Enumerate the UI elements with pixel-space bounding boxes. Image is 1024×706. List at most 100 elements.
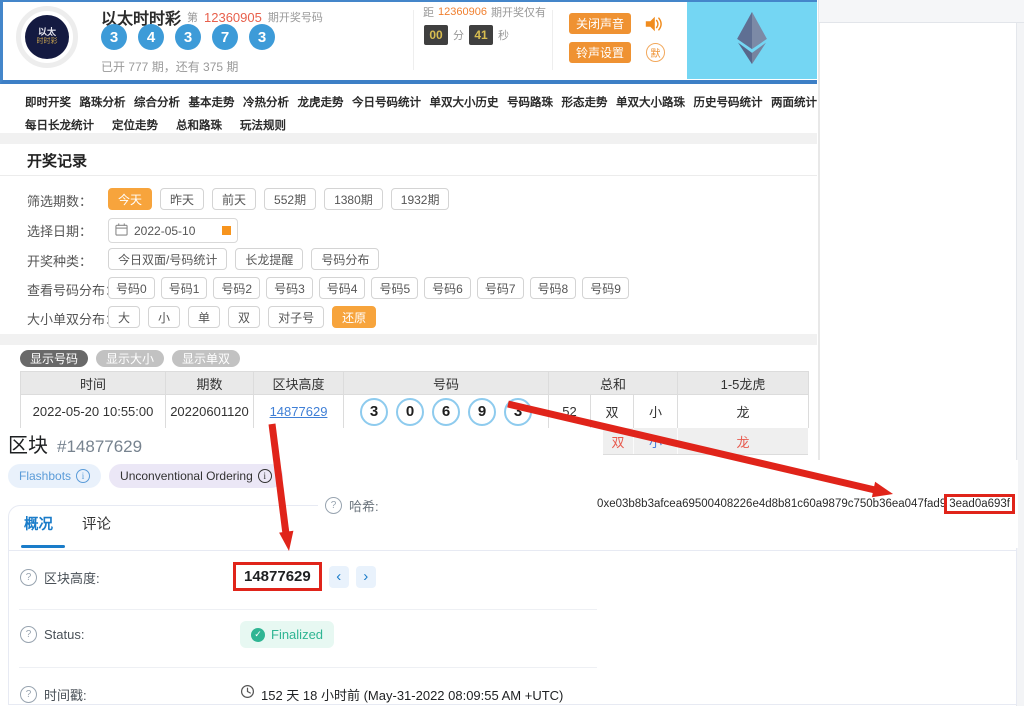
- col-period: 期数: [166, 372, 254, 395]
- row-divider: [19, 667, 597, 668]
- draw-balls: 3 4 3 7 3: [101, 24, 275, 50]
- cell-big-small: 小: [634, 395, 678, 429]
- col-block-height: 区块高度: [254, 372, 344, 395]
- flashbots-tag[interactable]: Flashbotsi: [8, 464, 101, 488]
- block-height-link[interactable]: 14877629: [270, 404, 328, 419]
- cell-sum: 52: [549, 395, 591, 429]
- filter-big[interactable]: 大: [108, 306, 140, 328]
- filter-num1[interactable]: 号码1: [161, 277, 208, 299]
- nav-item[interactable]: 综合分析: [134, 94, 180, 110]
- filter-day-before[interactable]: 前天: [212, 188, 256, 210]
- block-tags: Flashbotsi Unconventional Orderingi: [8, 464, 283, 488]
- num-3: 6: [432, 398, 460, 426]
- speaker-icon[interactable]: [644, 15, 662, 38]
- nav-item[interactable]: 历史号码统计: [694, 94, 763, 110]
- filter-pair[interactable]: 对子号: [268, 306, 324, 328]
- next-suffix: 期开奖仅有: [491, 4, 546, 20]
- question-icon: ?: [325, 497, 342, 514]
- nav-item[interactable]: 即时开奖: [25, 94, 71, 110]
- prev-block-button[interactable]: ‹: [329, 566, 349, 588]
- next-prefix: 距: [423, 4, 434, 20]
- records-title: 开奖记录: [27, 150, 87, 171]
- scrollbar-track[interactable]: [1017, 23, 1024, 706]
- filter-today[interactable]: 今天: [108, 188, 152, 210]
- question-icon: ?: [20, 569, 37, 586]
- nav-item[interactable]: 两面统计: [771, 94, 817, 110]
- bsoe-filter-label: 大小单双分布：: [27, 309, 118, 328]
- nav-item[interactable]: 总和路珠: [176, 117, 222, 133]
- number-circles: 3 0 6 9 3: [344, 398, 548, 426]
- filter-num8[interactable]: 号码8: [530, 277, 577, 299]
- next-block-button[interactable]: ›: [356, 566, 376, 588]
- nav-item[interactable]: 龙虎走势: [298, 94, 344, 110]
- nav-item[interactable]: 形态走势: [562, 94, 608, 110]
- countdown-minutes: 00: [424, 25, 448, 45]
- filter-552[interactable]: 552期: [264, 188, 316, 210]
- nav-item[interactable]: 路珠分析: [80, 94, 126, 110]
- tab-overview[interactable]: 概况: [24, 513, 53, 534]
- filter-num9[interactable]: 号码9: [582, 277, 629, 299]
- type-filter-options: 今日双面/号码统计 长龙提醒 号码分布: [108, 248, 379, 270]
- status-badge: ✓ Finalized: [240, 621, 334, 648]
- nav-item[interactable]: 号码路珠: [507, 94, 553, 110]
- filter-small[interactable]: 小: [148, 306, 180, 328]
- issue-progress: 已开 777 期，还有 375 期: [101, 58, 238, 75]
- filter-today-stats[interactable]: 今日双面/号码统计: [108, 248, 227, 270]
- reset-button[interactable]: 还原: [332, 306, 376, 328]
- filter-num7[interactable]: 号码7: [477, 277, 524, 299]
- date-value: 2022-05-10: [134, 224, 195, 238]
- block-height-label: 区块高度:: [44, 568, 100, 587]
- nav-item[interactable]: 玩法规则: [240, 117, 286, 133]
- nav-item[interactable]: 定位走势: [112, 117, 158, 133]
- nav-item[interactable]: 单双大小路珠: [616, 94, 685, 110]
- nav-item[interactable]: 基本走势: [189, 94, 235, 110]
- block-height-value: 14877629: [233, 562, 322, 591]
- table-row-partial: 双 小 龙: [603, 428, 808, 455]
- ringtone-settings-button[interactable]: 铃声设置: [569, 42, 631, 63]
- nav-item[interactable]: 单双大小历史: [430, 94, 499, 110]
- view-buttons: 显示号码 显示大小 显示单双: [20, 350, 240, 367]
- filter-num5[interactable]: 号码5: [371, 277, 418, 299]
- col-numbers: 号码: [344, 372, 549, 395]
- calendar-icon: [115, 223, 128, 239]
- date-input[interactable]: 2022-05-10: [108, 218, 238, 243]
- nav-item[interactable]: 每日长龙统计: [25, 117, 94, 133]
- issue-number: 12360905: [204, 10, 262, 25]
- filter-odd[interactable]: 单: [188, 306, 220, 328]
- filter-number-dist[interactable]: 号码分布: [311, 248, 379, 270]
- countdown-seconds: 41: [469, 25, 493, 45]
- main-nav-row2: 每日长龙统计 定位走势 总和路珠 玩法规则: [25, 117, 286, 133]
- active-tab-underline: [21, 545, 65, 548]
- filter-1932[interactable]: 1932期: [391, 188, 450, 210]
- filter-num0[interactable]: 号码0: [108, 277, 155, 299]
- num-4: 9: [468, 398, 496, 426]
- filter-yesterday[interactable]: 昨天: [160, 188, 204, 210]
- bsoe-filter-options: 大 小 单 双 对子号 还原: [108, 306, 376, 328]
- filter-num3[interactable]: 号码3: [266, 277, 313, 299]
- filter-num4[interactable]: 号码4: [319, 277, 366, 299]
- ball-1: 3: [101, 24, 127, 50]
- nav-item[interactable]: 今日号码统计: [352, 94, 421, 110]
- filter-num2[interactable]: 号码2: [213, 277, 260, 299]
- check-icon: ✓: [251, 628, 265, 642]
- filter-num6[interactable]: 号码6: [424, 277, 471, 299]
- divider: [552, 10, 553, 70]
- status-label: Status:: [44, 627, 84, 642]
- timestamp-label: 时间戳:: [44, 685, 87, 704]
- timestamp-value: 152 天 18 小时前 (May-31-2022 08:09:55 AM +U…: [261, 685, 563, 704]
- cell-time: 2022-05-20 10:55:00: [21, 395, 166, 429]
- filter-streak-alert[interactable]: 长龙提醒: [235, 248, 303, 270]
- show-oddeven-button[interactable]: 显示单双: [172, 350, 240, 367]
- tab-comments[interactable]: 评论: [82, 513, 111, 534]
- nav-item[interactable]: 冷热分析: [243, 94, 289, 110]
- filter-even[interactable]: 双: [228, 306, 260, 328]
- ball-4: 7: [212, 24, 238, 50]
- unconventional-ordering-tag[interactable]: Unconventional Orderingi: [109, 464, 283, 488]
- show-numbers-button[interactable]: 显示号码: [20, 350, 88, 367]
- filter-1380[interactable]: 1380期: [324, 188, 383, 210]
- hash-highlight: 3ead0a693f: [944, 494, 1015, 514]
- period-filter-label: 筛选期数：: [27, 191, 92, 210]
- eth-logo-box: [687, 2, 817, 79]
- show-bigsmall-button[interactable]: 显示大小: [96, 350, 164, 367]
- mute-sound-button[interactable]: 关闭声音: [569, 13, 631, 34]
